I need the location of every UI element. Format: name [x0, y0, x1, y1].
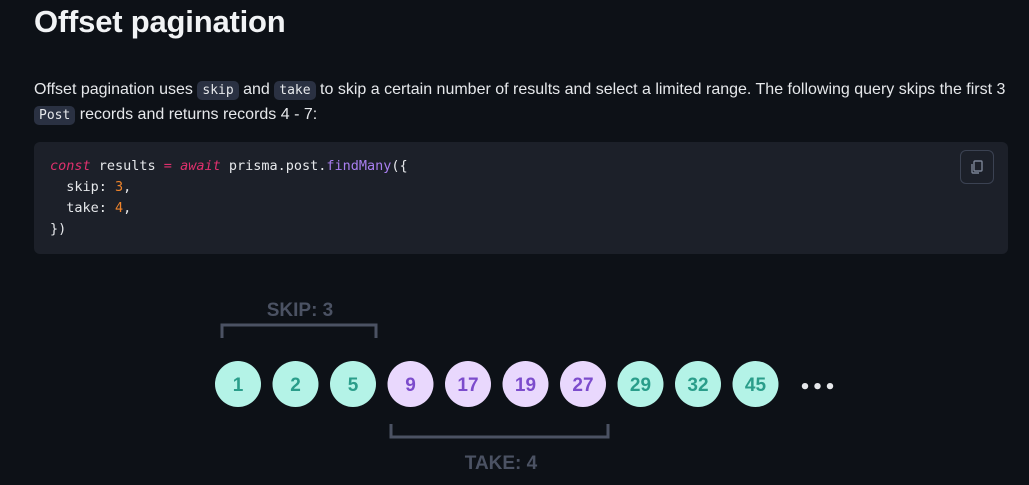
skip-label: SKIP: 3	[267, 300, 334, 321]
take-bracket	[389, 424, 610, 439]
records-row: 1 2 5 9 17 19 27 29 32 45	[215, 361, 779, 407]
take-label: TAKE: 4	[465, 453, 538, 474]
record-label: 5	[348, 375, 359, 396]
record-label: 2	[290, 375, 301, 396]
record-label: 45	[745, 375, 767, 396]
record-19: 19	[502, 361, 549, 407]
record-29: 29	[617, 361, 664, 407]
record-5: 5	[330, 361, 376, 407]
record-1: 1	[215, 361, 261, 407]
skip-bracket	[220, 323, 378, 338]
record-label: 32	[687, 375, 708, 396]
record-label: 29	[630, 375, 651, 396]
record-label: 1	[233, 375, 244, 396]
record-32: 32	[675, 361, 721, 407]
record-label: 9	[405, 375, 416, 396]
record-label: 19	[515, 375, 536, 396]
record-2: 2	[272, 361, 319, 407]
record-45: 45	[732, 361, 779, 407]
record-17: 17	[445, 361, 491, 407]
record-9: 9	[387, 361, 434, 407]
record-label: 27	[572, 375, 593, 396]
pagination-diagram: SKIP: 3 1 2 5 9 17 19 27 29 32 45 ••• TAKE: 4	[215, 300, 837, 474]
ellipsis: •••	[799, 377, 837, 398]
record-label: 17	[457, 375, 478, 396]
record-27: 27	[560, 361, 606, 407]
